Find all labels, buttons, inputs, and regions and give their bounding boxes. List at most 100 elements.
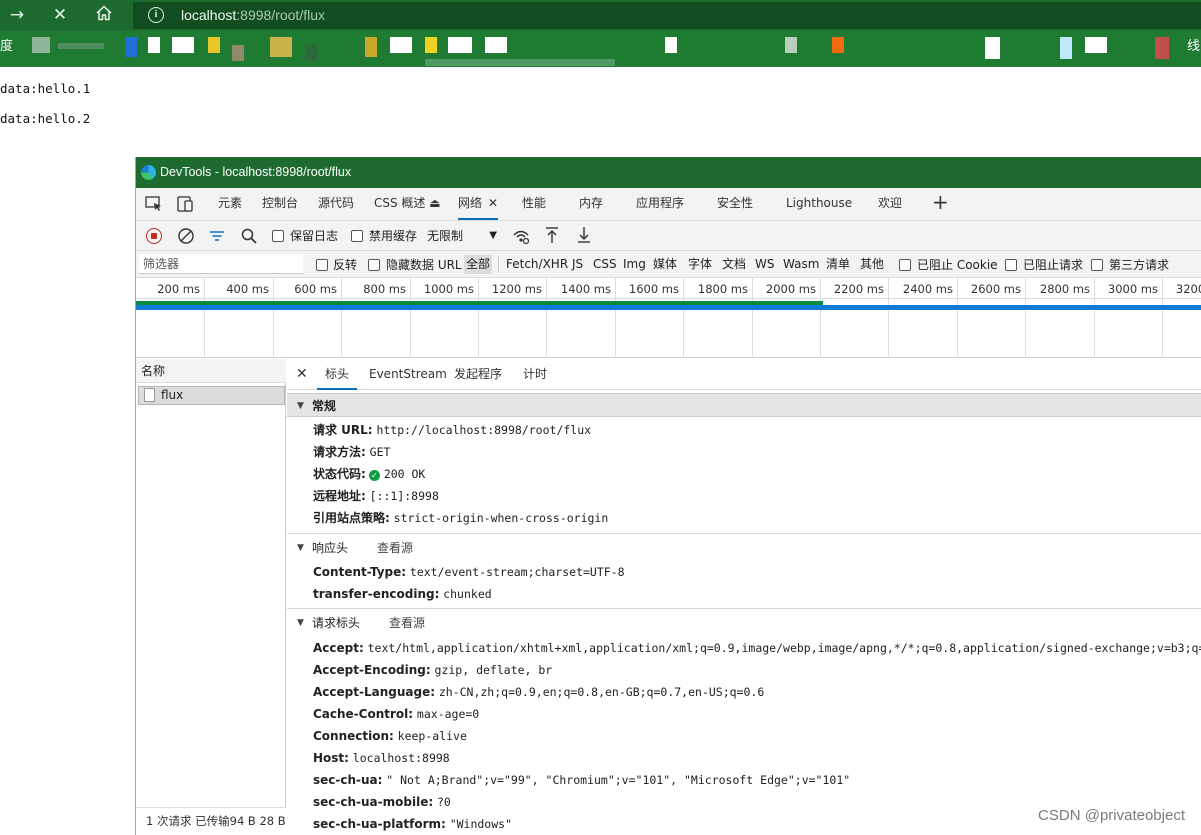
close-icon[interactable]: ✕ <box>488 196 498 210</box>
device-emulation-icon[interactable] <box>176 196 194 216</box>
type-filter-js[interactable]: JS <box>570 255 585 274</box>
tab-lighthouse[interactable]: Lighthouse <box>786 188 852 220</box>
bookmark-item[interactable] <box>1085 37 1107 53</box>
type-filter-font[interactable]: 字体 <box>686 255 714 274</box>
tab-initiator[interactable]: 发起程序 <box>454 359 502 390</box>
tab-css-overview[interactable]: CSS 概述 ⏏ <box>374 188 441 220</box>
response-headers-section-header[interactable]: ▼ 响应头 查看源 <box>287 536 1201 560</box>
header-row: Cache-Control: max-age=0 <box>313 707 480 721</box>
add-tab-icon[interactable]: + <box>932 188 949 220</box>
bookmark-item[interactable] <box>32 37 50 53</box>
bookmark-item[interactable] <box>425 59 615 66</box>
blocked-cookies-checkbox[interactable] <box>899 259 911 271</box>
bookmark-item[interactable] <box>270 37 292 57</box>
timeline-tick-label: 3000 ms <box>1107 282 1158 296</box>
blocked-requests-checkbox[interactable] <box>1005 259 1017 271</box>
clear-icon[interactable] <box>177 227 195 249</box>
type-filter-media[interactable]: 媒体 <box>651 255 679 274</box>
bookmark-item[interactable] <box>365 37 377 57</box>
timeline-gridline <box>957 278 958 358</box>
header-row: 请求方法: GET <box>313 445 391 459</box>
type-filter-manifest[interactable]: 清单 <box>824 255 852 274</box>
filter-icon[interactable] <box>208 227 226 249</box>
type-filter-other[interactable]: 其他 <box>858 255 886 274</box>
page-text-line: data:hello.2 <box>0 111 91 126</box>
preserve-log-checkbox[interactable] <box>272 230 284 242</box>
invert-checkbox[interactable] <box>316 259 328 271</box>
type-filter-doc[interactable]: 文档 <box>720 255 748 274</box>
tab-eventstream[interactable]: EventStream <box>369 359 447 390</box>
bookmark-item[interactable] <box>1060 37 1072 59</box>
name-column-header[interactable]: 名称 <box>136 359 286 383</box>
bookmark-item[interactable] <box>785 37 797 53</box>
home-icon[interactable] <box>92 4 116 26</box>
bookmark-item[interactable] <box>665 37 677 53</box>
view-source-link[interactable]: 查看源 <box>377 536 413 560</box>
type-filter-ws[interactable]: WS <box>753 255 776 274</box>
header-row: 状态代码: ✓ 200 OK <box>313 467 426 481</box>
bookmark-item[interactable] <box>148 37 160 53</box>
bookmark-item[interactable] <box>390 37 412 53</box>
bookmark-item[interactable] <box>985 37 1000 59</box>
tab-security[interactable]: 安全性 <box>717 188 753 220</box>
tab-sources[interactable]: 源代码 <box>318 188 354 220</box>
triangle-down-icon: ▼ <box>297 618 304 628</box>
download-icon[interactable] <box>575 226 593 248</box>
bookmark-item[interactable] <box>208 37 220 53</box>
bookmark-item[interactable] <box>172 37 194 53</box>
triangle-down-icon: ▼ <box>297 401 304 411</box>
record-stop-icon[interactable] <box>146 228 162 244</box>
info-icon[interactable]: i <box>148 7 164 23</box>
upload-icon[interactable] <box>543 226 561 248</box>
type-filter-img[interactable]: Img <box>621 255 648 274</box>
timeline-gridline <box>341 278 342 358</box>
inspect-element-icon[interactable] <box>145 196 163 216</box>
filter-input[interactable] <box>139 254 303 274</box>
devtools-tab-strip: 元素 控制台 源代码 CSS 概述 ⏏ 网络 ✕ 性能 内存 应用程序 安全性 L… <box>136 188 1201 221</box>
arrow-right-icon[interactable]: → <box>5 4 29 26</box>
address-text[interactable]: localhost:8998/root/flux <box>181 7 325 24</box>
bookmark-item[interactable] <box>448 37 472 53</box>
tab-network[interactable]: 网络 ✕ <box>458 188 499 220</box>
search-icon[interactable] <box>240 227 258 249</box>
tab-performance[interactable]: 性能 <box>522 188 546 220</box>
network-overview-timeline[interactable]: 200 ms 400 ms 600 ms 800 ms 1000 ms 1200 ms 14… <box>136 278 1201 358</box>
tab-memory[interactable]: 内存 <box>579 188 603 220</box>
tab-timing[interactable]: 计时 <box>523 359 547 390</box>
hide-data-urls-checkbox[interactable] <box>368 259 380 271</box>
status-ok-icon: ✓ <box>368 470 380 481</box>
bookmark-right-label[interactable]: 线 <box>1187 39 1200 55</box>
request-row[interactable]: flux <box>138 386 285 405</box>
bookmark-item[interactable] <box>425 37 437 53</box>
network-conditions-icon[interactable] <box>512 227 530 249</box>
type-filter-all[interactable]: 全部 <box>464 255 493 274</box>
bookmark-item[interactable] <box>125 37 137 57</box>
close-icon[interactable]: ✕ <box>296 366 308 382</box>
bookmark-left-label[interactable]: 度 <box>0 39 13 55</box>
header-row: 远程地址: [::1]:8998 <box>313 489 439 503</box>
tab-welcome[interactable]: 欢迎 <box>878 188 902 220</box>
close-icon[interactable]: ✕ <box>48 4 72 26</box>
general-section-header[interactable]: ▼ 常规 <box>287 393 1201 417</box>
view-source-link[interactable]: 查看源 <box>389 611 425 635</box>
bookmark-item[interactable] <box>58 43 104 49</box>
tab-console[interactable]: 控制台 <box>262 188 298 220</box>
third-party-checkbox[interactable] <box>1091 259 1103 271</box>
type-filter-css[interactable]: CSS <box>591 255 619 274</box>
devtools-window: DevTools - localhost:8998/root/flux 元素 控… <box>135 157 1201 835</box>
timeline-gridline <box>478 278 479 358</box>
tab-application[interactable]: 应用程序 <box>636 188 684 220</box>
bookmark-item[interactable] <box>232 45 244 61</box>
throttling-select[interactable]: 无限制 ▼ <box>427 226 499 246</box>
type-filter-wasm[interactable]: Wasm <box>781 255 821 274</box>
tab-headers[interactable]: 标头 <box>317 359 358 390</box>
bookmark-item[interactable] <box>305 45 317 61</box>
type-filter-fetch-xhr[interactable]: Fetch/XHR <box>504 255 570 274</box>
bookmark-item[interactable] <box>832 37 844 53</box>
tab-elements[interactable]: 元素 <box>218 188 242 220</box>
request-headers-section-header[interactable]: ▼ 请求标头 查看源 <box>287 611 1201 635</box>
disable-cache-checkbox[interactable] <box>351 230 363 242</box>
bookmark-item[interactable] <box>485 37 507 53</box>
browser-toolbar: → ✕ i localhost:8998/root/flux <box>0 0 1201 31</box>
bookmark-item[interactable] <box>1155 37 1169 59</box>
